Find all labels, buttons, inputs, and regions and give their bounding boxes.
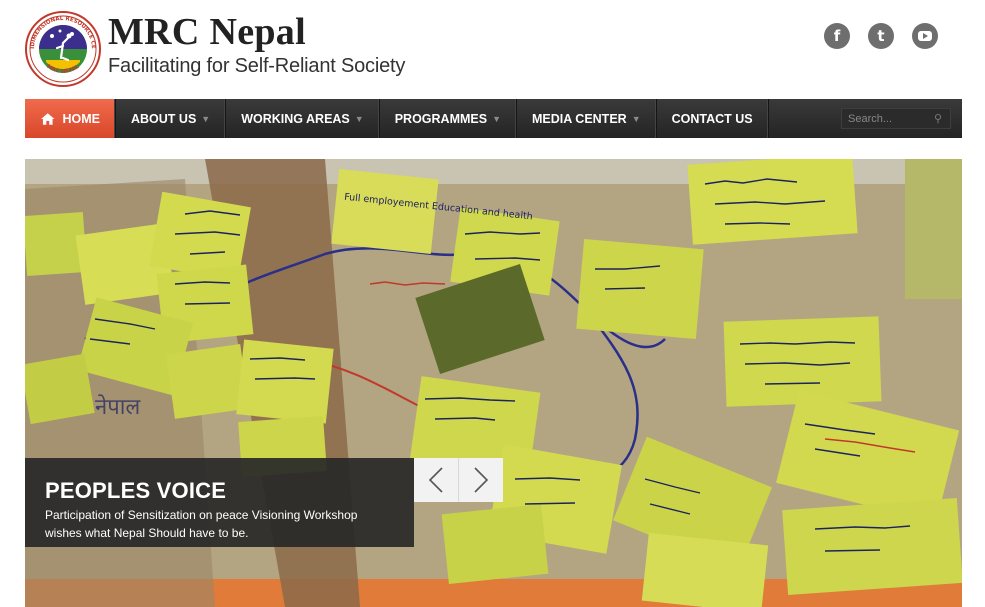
search-icon[interactable]: ⚲	[934, 112, 942, 125]
nav-programmes-label: PROGRAMMES	[394, 111, 488, 126]
hero-slider: Full employement Education and health ने…	[25, 159, 962, 607]
search-input[interactable]	[842, 112, 930, 125]
chevron-down-icon: ▼	[631, 113, 641, 124]
nav-working-label: WORKING AREAS	[241, 111, 350, 126]
nav-about-us[interactable]: ABOUT US ▼	[116, 99, 227, 138]
nav-working-areas[interactable]: WORKING AREAS ▼	[226, 99, 380, 138]
nav-about-label: ABOUT US	[131, 111, 197, 126]
chevron-down-icon: ▼	[201, 113, 211, 124]
map-label-text: नेपाल	[95, 394, 141, 420]
home-icon	[41, 112, 55, 125]
site-tagline: Facilitating for Self-Reliant Society	[108, 55, 406, 77]
nav-home[interactable]: HOME	[25, 99, 116, 138]
nav-media-label: MEDIA CENTER	[532, 111, 627, 126]
youtube-icon[interactable]	[912, 23, 938, 49]
chevron-down-icon: ▼	[492, 113, 501, 124]
search-box: ⚲	[841, 108, 951, 129]
slide-description: Participation of Sensitization on peace …	[45, 508, 358, 540]
chevron-down-icon: ▼	[354, 113, 364, 124]
nav-programmes[interactable]: PROGRAMMES ▼	[380, 99, 517, 138]
nav-home-label: HOME	[62, 111, 101, 126]
slide-caption: PEOPLES VOICE Participation of Sensitiza…	[25, 458, 414, 547]
chevron-left-icon	[428, 467, 443, 493]
slide-title[interactable]: PEOPLES VOICE	[45, 478, 226, 504]
nav-media-center[interactable]: MEDIA CENTER ▼	[517, 99, 657, 138]
nav-contact-us[interactable]: CONTACT US	[657, 99, 769, 138]
twitter-icon[interactable]: t	[868, 23, 894, 49]
slider-next-button[interactable]	[459, 458, 503, 502]
slider-prev-button[interactable]	[414, 458, 459, 502]
nav-contact-label: CONTACT US	[671, 111, 753, 126]
main-nav: HOME ABOUT US ▼ WORKING AREAS ▼ PROGRAMM…	[25, 99, 962, 138]
mrc-logo[interactable]: MULTIDIMENSIONAL RESOURCE CENTER MRC NEP…	[21, 6, 102, 88]
facebook-icon[interactable]: f	[824, 23, 850, 49]
site-title[interactable]: MRC Nepal	[108, 10, 306, 54]
chevron-right-icon	[474, 467, 489, 493]
